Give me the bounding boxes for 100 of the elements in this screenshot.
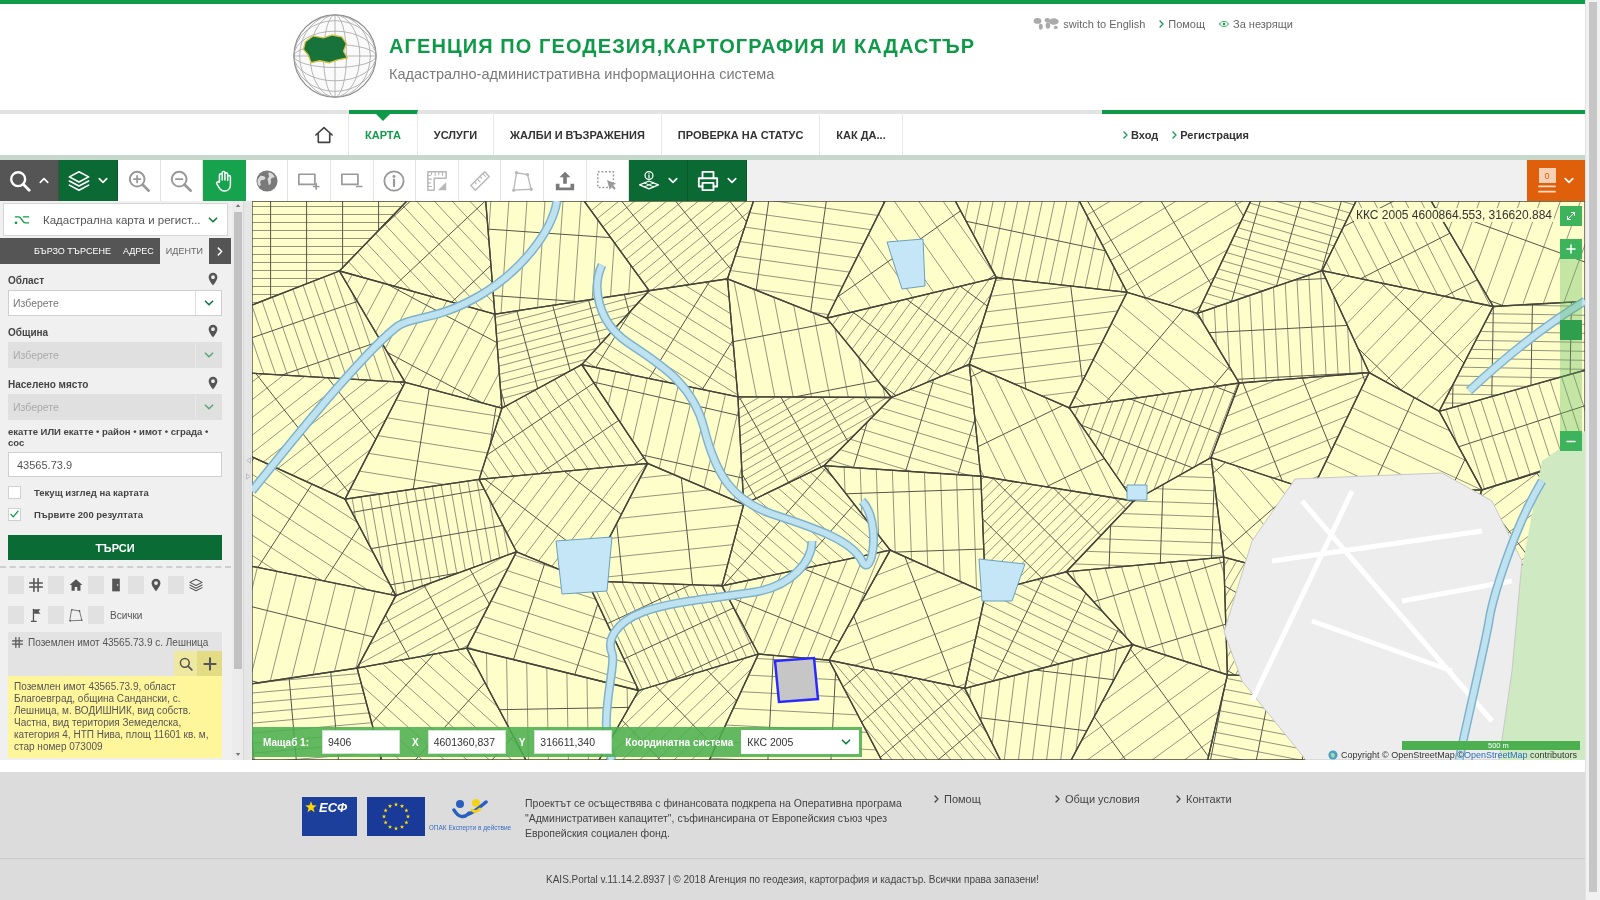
upload-icon xyxy=(553,169,576,192)
layers-menu-button[interactable] xyxy=(59,160,118,201)
caret-icon xyxy=(39,177,49,184)
house-icon xyxy=(69,578,83,592)
door-icon xyxy=(109,578,123,592)
map-pin-icon[interactable] xyxy=(208,272,218,286)
coordinate-system-label: Координатна система xyxy=(625,736,734,748)
panel-scrollbar[interactable] xyxy=(232,201,243,760)
footer-link[interactable]: Помощ xyxy=(934,793,1055,805)
caret-icon xyxy=(668,177,679,184)
search-icon xyxy=(9,169,31,192)
slider-thumb[interactable] xyxy=(1560,319,1582,340)
polygon-button[interactable] xyxy=(501,160,544,201)
corner-ruler-button[interactable] xyxy=(416,160,459,201)
attribution-text: Copyright © OpenStreetMap ©OpenStreetMap contributors xyxy=(1341,750,1577,760)
zoom-to-result-button[interactable] xyxy=(174,651,197,676)
dashed-selection-button[interactable] xyxy=(586,160,630,201)
result-item[interactable]: Поземлен имот 43565.73.9 с. Лешница xyxy=(8,632,222,676)
header-link[interactable]: Помощ xyxy=(1159,17,1206,30)
count-badge: 0 xyxy=(1538,168,1556,183)
y-coordinate-field[interactable]: 316611,340 xyxy=(534,730,613,754)
chevron-right-icon xyxy=(1159,19,1165,28)
printer-menu-button[interactable] xyxy=(688,160,748,201)
result-title: Поземлен имот 43565.73.9 с. Лешница xyxy=(28,637,209,648)
plus-icon xyxy=(1566,244,1576,254)
flag-icon xyxy=(29,608,43,622)
checkbox[interactable] xyxy=(8,507,21,521)
map-pin-icon[interactable] xyxy=(208,324,218,338)
field-label: екатте ИЛИ екатте • район • имот • сграда • сос xyxy=(8,426,210,448)
language-link[interactable]: switch to English xyxy=(1033,17,1146,30)
chevron-down-icon xyxy=(841,739,852,745)
fullscreen-button[interactable] xyxy=(1560,206,1582,226)
grid-icon xyxy=(29,578,43,592)
search-tab[interactable]: АДРЕС xyxy=(116,238,160,264)
footer-link[interactable]: Общи условия xyxy=(1055,793,1176,805)
down-triangle-icon xyxy=(234,752,241,757)
caret-icon xyxy=(1564,177,1574,184)
hand-button[interactable] xyxy=(203,160,246,201)
grid-icon xyxy=(12,637,23,648)
footer-link[interactable]: Контакти xyxy=(1176,793,1297,805)
account-link[interactable]: Вход xyxy=(1123,128,1159,141)
layers-icon xyxy=(68,169,90,192)
zoom-out-button[interactable] xyxy=(160,160,204,201)
accessibility-link[interactable]: За незрящи xyxy=(1219,17,1293,30)
filter-label: Всички xyxy=(110,609,143,621)
checkmark-icon xyxy=(10,510,19,518)
search-tab[interactable]: ИДЕНТИ xyxy=(159,238,209,264)
x-label: X xyxy=(412,736,419,748)
zoom-in-button[interactable] xyxy=(118,160,161,201)
rectangle-plus-button[interactable] xyxy=(288,160,331,201)
search-icon xyxy=(178,656,193,671)
y-label: Y xyxy=(518,736,526,748)
copyright-text: KAIS.Portal v.11.14.2.8937 | © 2018 Агенция по геодезия, картография и кадастър. Всички права запазени! xyxy=(546,874,1039,885)
selected-parcel[interactable] xyxy=(773,656,820,704)
globe-button[interactable] xyxy=(245,160,289,201)
polygon-icon xyxy=(69,608,83,622)
add-button[interactable] xyxy=(197,651,222,676)
caret-icon xyxy=(727,177,738,184)
info-icon xyxy=(383,169,406,192)
route-icon xyxy=(14,214,30,225)
agency-title: АГЕНЦИЯ ПО ГЕОДЕЗИЯ,КАРТОГРАФИЯ И КАДАСТЪР xyxy=(389,35,976,57)
map-zoom-in-button[interactable] xyxy=(1560,239,1582,259)
chevron-right-icon xyxy=(1055,795,1060,803)
map-zoom-out-button[interactable] xyxy=(1560,431,1582,451)
polygon-icon xyxy=(511,169,534,192)
layer-info-menu-button[interactable] xyxy=(629,160,689,201)
field-label: Област xyxy=(8,275,45,286)
upload-button[interactable] xyxy=(543,160,587,201)
chevron-right-icon xyxy=(1172,130,1178,139)
eye-icon xyxy=(1219,20,1230,27)
coordinates-text: ККС 2005 4600864.553, 316620.884 xyxy=(1354,208,1554,222)
map-pin-icon[interactable] xyxy=(208,376,218,390)
rectangle-minus-button[interactable] xyxy=(330,160,374,201)
chevron-down-icon xyxy=(203,404,214,410)
scale-field[interactable]: 9406 xyxy=(322,730,400,754)
zoom-slider[interactable] xyxy=(1560,259,1582,431)
search-tab[interactable]: БЪРЗО ТЪРСЕНЕ xyxy=(28,238,117,264)
funding-text: Проектът се осъществява с финансовата подкрепа на Оперативна програма "Административен капацитет", съфинансирана от Европейския съюз чрез Европейския социален фонд. xyxy=(525,796,903,841)
ruler-button[interactable] xyxy=(458,160,502,201)
x-coordinate-field[interactable]: 4601360,837 xyxy=(427,730,506,754)
attribution-link[interactable]: OpenStreetMap xyxy=(1463,750,1528,760)
chevron-right-icon xyxy=(1176,795,1181,803)
layer-select[interactable]: Кадастрална карта и регист... xyxy=(3,203,228,236)
checkbox[interactable] xyxy=(8,485,21,499)
checkbox-label: Текущ изглед на картата xyxy=(34,486,149,498)
chevron-right-icon xyxy=(934,795,939,803)
scale-label: Мащаб 1: xyxy=(263,736,310,748)
dropdown-field[interactable]: Изберете xyxy=(8,290,222,316)
right-triangle-icon xyxy=(245,473,251,480)
coordinate-system-select[interactable]: ККС 2005 xyxy=(741,730,860,754)
search-menu-button[interactable] xyxy=(0,160,59,201)
result-details: Поземлен имот 43565.73.9, област Благоевград, община Сандански, с. Лешница, м. ВОДИШНИК, вид собств. Частна, вид територия Земеделска, категория 4, НТП Нива, площ 11601 кв. м, стар номер 073009 xyxy=(8,676,222,758)
page-scrollbar[interactable] xyxy=(1585,0,1600,900)
text-field[interactable]: 43565.73.9 xyxy=(8,452,222,477)
layers-icon xyxy=(189,578,203,592)
search-submit-button[interactable]: ТЪРСИ xyxy=(8,535,222,560)
account-link[interactable]: Регистрация xyxy=(1172,128,1249,141)
field-label: Населено място xyxy=(8,379,89,390)
info-button[interactable] xyxy=(373,160,417,201)
cadastral-map-drawing[interactable] xyxy=(252,201,1585,760)
